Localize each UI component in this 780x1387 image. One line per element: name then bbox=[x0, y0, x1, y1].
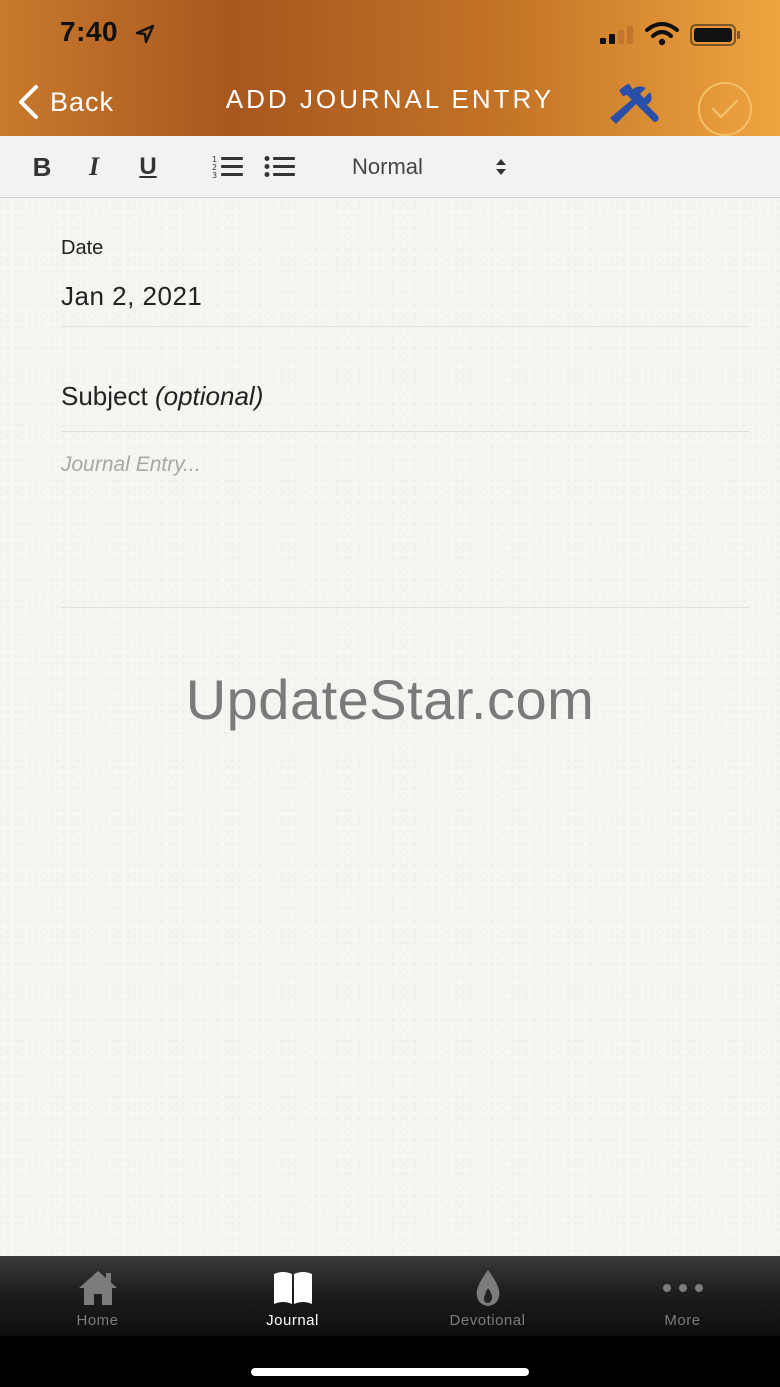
date-label: Date bbox=[61, 237, 104, 259]
bullet-list-icon bbox=[264, 156, 295, 177]
divider bbox=[61, 326, 749, 327]
tab-more[interactable]: More bbox=[585, 1256, 780, 1336]
date-field[interactable]: Jan 2, 2021 bbox=[61, 281, 202, 312]
text-format-select[interactable]: Normal bbox=[352, 150, 512, 184]
location-arrow-icon bbox=[135, 24, 155, 44]
text-format-value: Normal bbox=[352, 154, 423, 179]
status-time: 7:40 bbox=[60, 16, 119, 47]
divider bbox=[61, 607, 749, 608]
flame-icon bbox=[476, 1270, 500, 1306]
formatting-toolbar: B I U 1 2 3 Normal bbox=[0, 136, 780, 198]
watermark: UpdateStar.com bbox=[185, 668, 595, 731]
app-header: 7:40 Back ADD JOURNAL ENTRY bbox=[0, 0, 780, 136]
tab-journal-label: Journal bbox=[266, 1312, 319, 1329]
tools-button[interactable] bbox=[606, 82, 664, 126]
book-icon bbox=[274, 1272, 312, 1304]
tab-devotional-label: Devotional bbox=[449, 1312, 526, 1329]
italic-button[interactable]: I bbox=[82, 150, 106, 184]
bold-button[interactable]: B bbox=[28, 150, 56, 184]
status-bar: 7:40 bbox=[0, 0, 780, 70]
save-entry-button[interactable] bbox=[698, 82, 752, 136]
tab-bar: Home Journal Devotional More bbox=[0, 1256, 780, 1336]
sort-arrows-icon bbox=[496, 159, 506, 175]
tab-home-label: Home bbox=[76, 1312, 119, 1329]
subject-optional-hint: (optional) bbox=[154, 381, 264, 411]
home-indicator-area bbox=[0, 1336, 780, 1387]
underline-button[interactable]: U bbox=[134, 150, 162, 184]
entry-form: Date Jan 2, 2021 Subject (optional) Jour… bbox=[0, 199, 780, 1256]
bullet-list-button[interactable] bbox=[264, 150, 296, 184]
navigation-bar: Back ADD JOURNAL ENTRY bbox=[0, 70, 780, 136]
tab-home[interactable]: Home bbox=[0, 1256, 195, 1336]
divider bbox=[61, 431, 749, 432]
more-icon bbox=[663, 1284, 703, 1292]
subject-label: Subject bbox=[61, 381, 148, 411]
battery-icon bbox=[690, 24, 740, 46]
tab-journal[interactable]: Journal bbox=[195, 1256, 390, 1336]
tools-icon bbox=[610, 84, 659, 124]
home-icon bbox=[79, 1271, 117, 1305]
home-indicator[interactable] bbox=[251, 1368, 529, 1376]
checkmark-icon bbox=[711, 99, 739, 119]
svg-text:3: 3 bbox=[212, 171, 217, 180]
ordered-list-button[interactable]: 1 2 3 bbox=[212, 150, 244, 184]
subject-input[interactable]: Subject (optional) bbox=[61, 381, 263, 412]
tab-more-label: More bbox=[664, 1312, 701, 1329]
tab-devotional[interactable]: Devotional bbox=[390, 1256, 585, 1336]
cellular-signal-icon bbox=[600, 26, 633, 44]
journal-entry-input[interactable]: Journal Entry... bbox=[61, 453, 749, 603]
wifi-icon bbox=[645, 22, 679, 46]
ordered-list-icon: 1 2 3 bbox=[212, 155, 243, 180]
